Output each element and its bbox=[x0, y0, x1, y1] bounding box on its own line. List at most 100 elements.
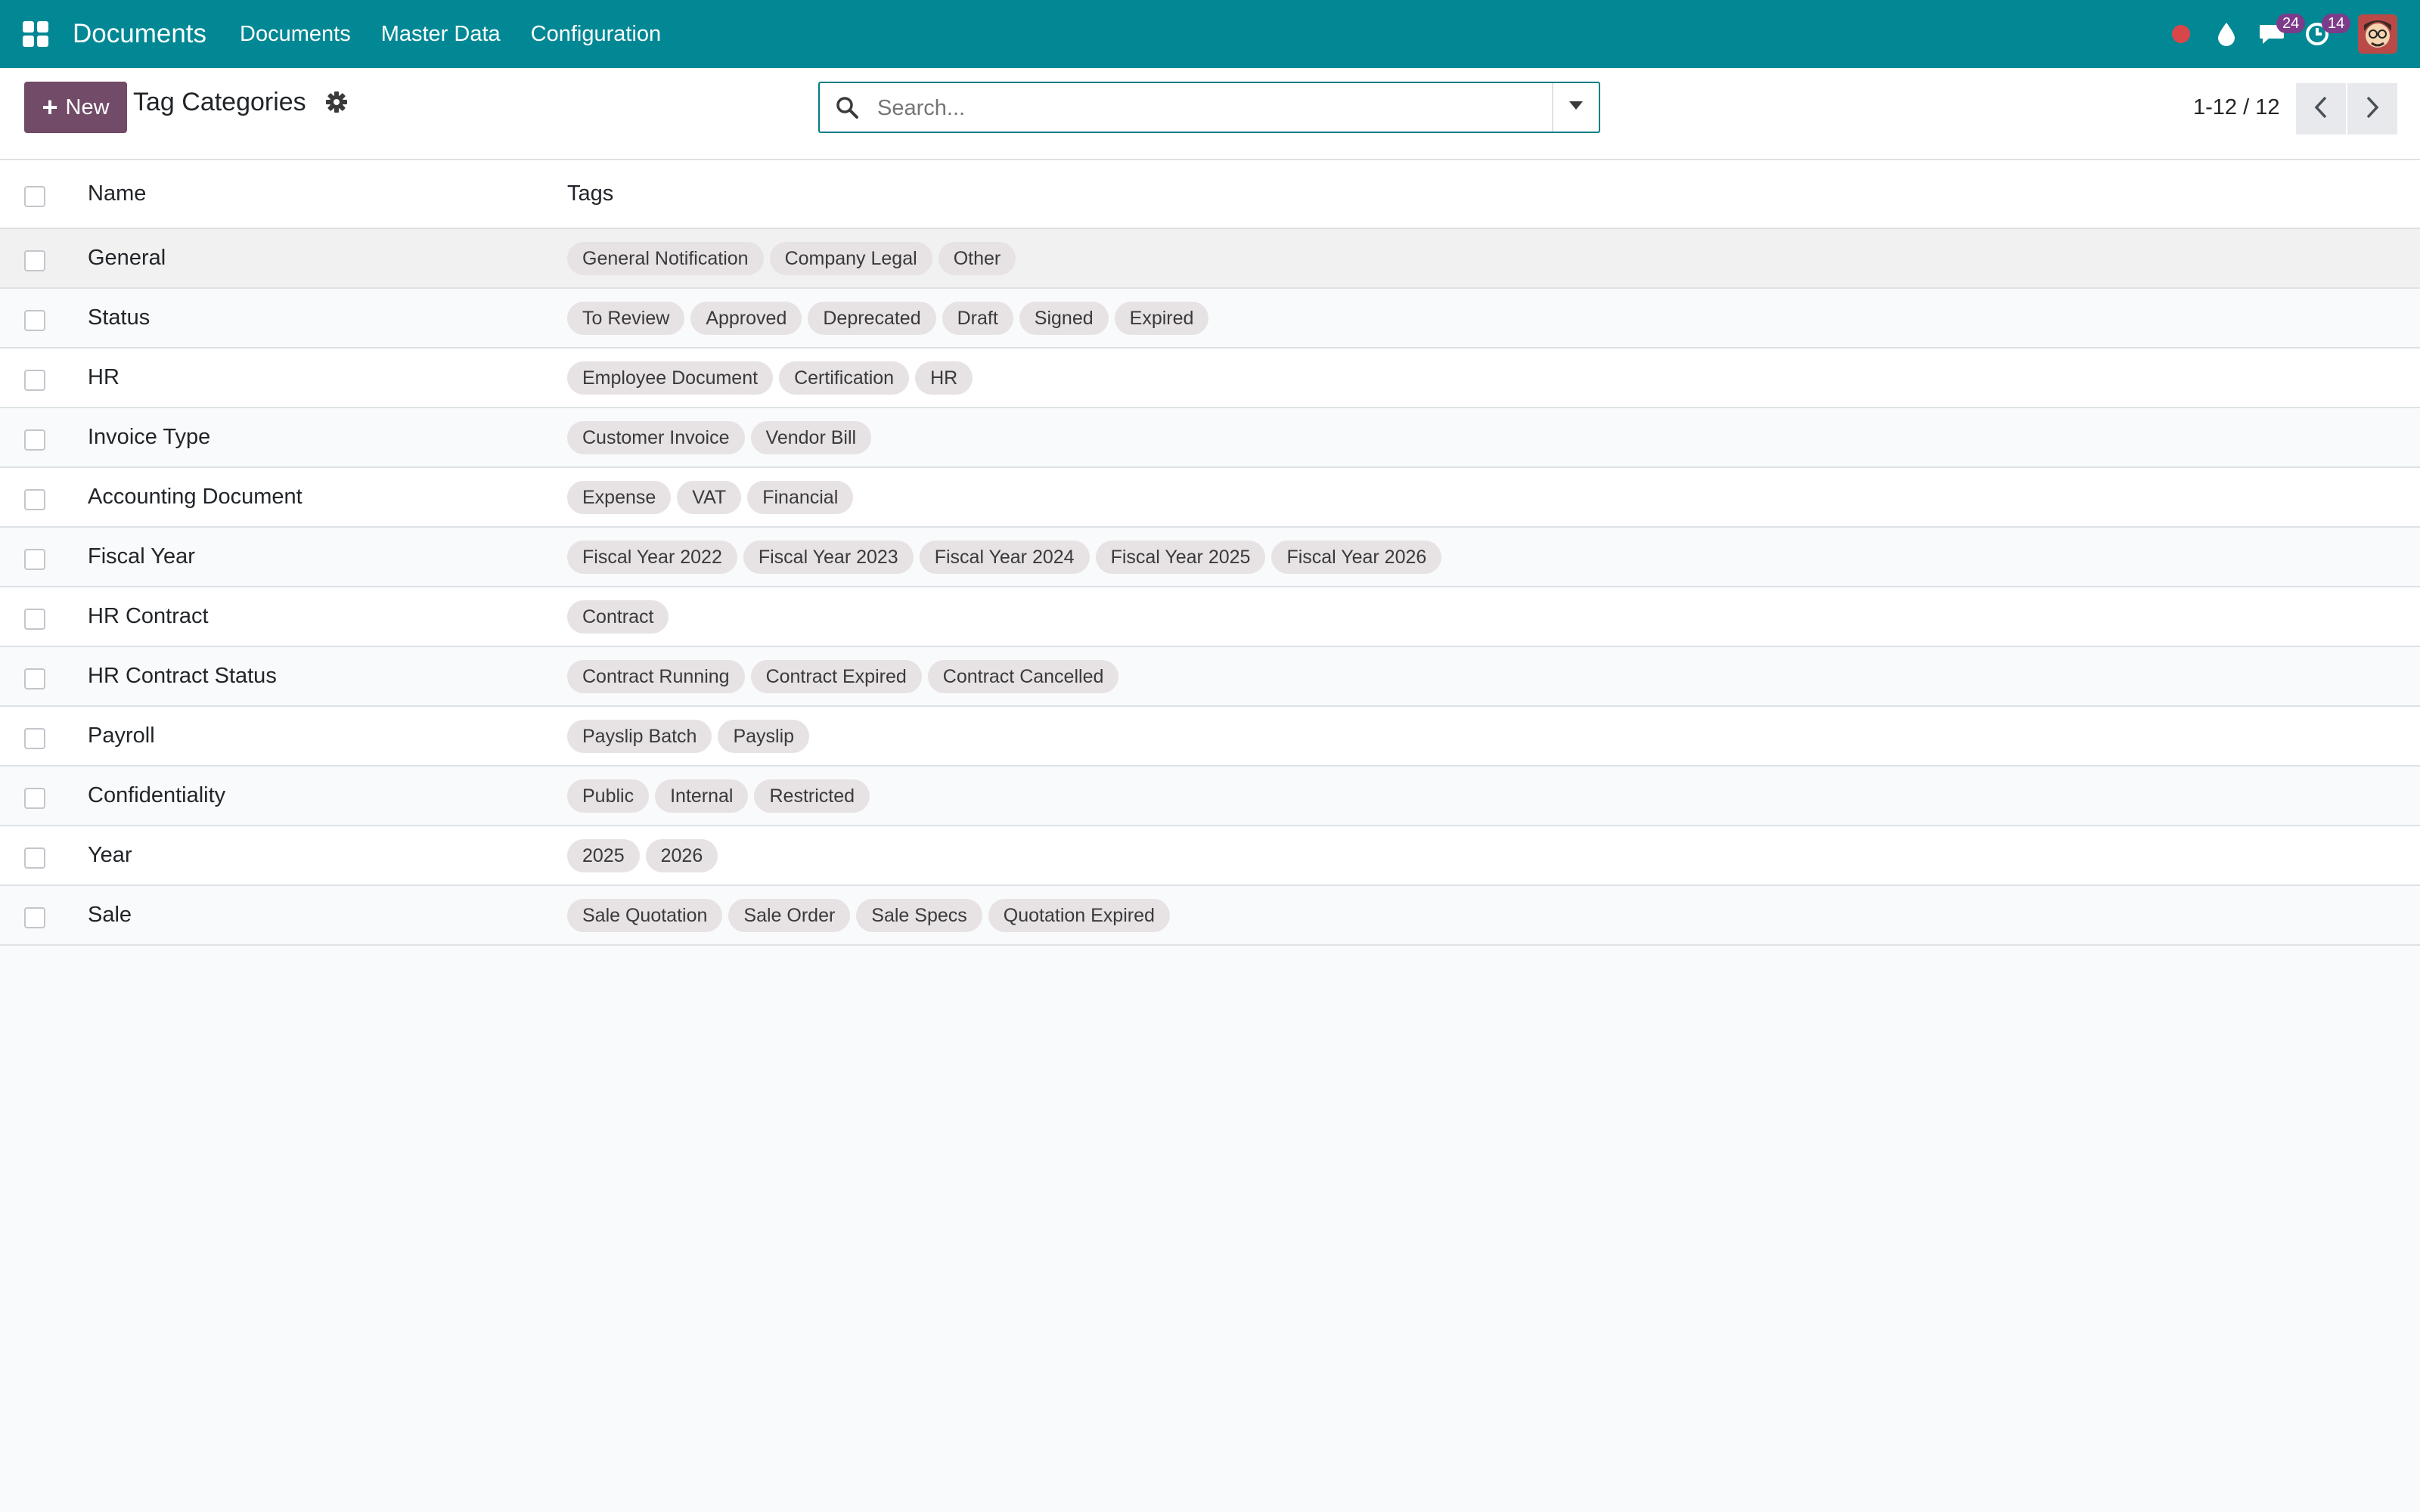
row-tags-cell[interactable]: Public Internal Restricted bbox=[567, 766, 2420, 826]
row-tags-cell[interactable]: Customer Invoice Vendor Bill bbox=[567, 407, 2420, 467]
gear-icon[interactable] bbox=[325, 91, 348, 117]
row-tags-cell[interactable]: Expense VAT Financial bbox=[567, 467, 2420, 527]
table-row[interactable]: Confidentiality Public Internal Restricted bbox=[0, 766, 2420, 826]
row-select-checkbox[interactable] bbox=[24, 249, 45, 271]
search-bar bbox=[818, 82, 1600, 133]
menu-documents[interactable]: Documents bbox=[225, 22, 366, 47]
tag-badge: Contract Running bbox=[567, 659, 745, 693]
table-row[interactable]: HR Employee Document Certification HR bbox=[0, 348, 2420, 407]
row-select-checkbox[interactable] bbox=[24, 847, 45, 869]
tag-badge: 2025 bbox=[567, 838, 640, 872]
row-select-checkbox[interactable] bbox=[24, 548, 45, 570]
tag-list: Customer Invoice Vendor Bill bbox=[567, 420, 2420, 454]
search-options-toggle[interactable] bbox=[1552, 83, 1599, 132]
row-name-cell[interactable]: HR bbox=[88, 348, 567, 407]
row-tags-cell[interactable]: To Review Approved Deprecated Draft Signed Ex… bbox=[567, 288, 2420, 348]
chat-bubble-icon[interactable]: 24 bbox=[2249, 0, 2306, 68]
record-dot-icon[interactable] bbox=[2158, 0, 2204, 68]
tag-list: To Review Approved Deprecated Draft Signed Ex… bbox=[567, 301, 2420, 335]
tag-badge: Fiscal Year 2023 bbox=[743, 540, 914, 574]
table-row[interactable]: Fiscal Year Fiscal Year 2022 Fiscal Year 2… bbox=[0, 527, 2420, 587]
pager-previous-button[interactable] bbox=[2296, 83, 2346, 135]
tag-badge: Restricted bbox=[754, 779, 870, 813]
tag-badge: HR bbox=[915, 361, 973, 395]
menu-configuration[interactable]: Configuration bbox=[516, 22, 677, 47]
apps-grid-icon[interactable] bbox=[23, 21, 48, 47]
row-select-checkbox[interactable] bbox=[24, 668, 45, 689]
tag-badge: Sale Order bbox=[728, 898, 851, 932]
table-row[interactable]: Payroll Payslip Batch Payslip bbox=[0, 706, 2420, 766]
table-row[interactable]: HR Contract Contract bbox=[0, 587, 2420, 646]
tag-badge: Contract Cancelled bbox=[927, 659, 1119, 693]
tag-categories-table: Name Tags General General Notification Com… bbox=[0, 160, 2420, 946]
row-tags-cell[interactable]: Employee Document Certification HR bbox=[567, 348, 2420, 407]
tag-badge: Fiscal Year 2025 bbox=[1095, 540, 1266, 574]
row-name-cell[interactable]: Sale bbox=[88, 885, 567, 945]
row-name-cell[interactable]: Invoice Type bbox=[88, 407, 567, 467]
table-row[interactable]: Invoice Type Customer Invoice Vendor Bill bbox=[0, 407, 2420, 467]
row-select-checkbox[interactable] bbox=[24, 906, 45, 928]
tag-list: General Notification Company Legal Other bbox=[567, 241, 2420, 275]
row-name-cell[interactable]: Accounting Document bbox=[88, 467, 567, 527]
row-tags-cell[interactable]: 2025 2026 bbox=[567, 826, 2420, 885]
row-select-checkbox[interactable] bbox=[24, 727, 45, 749]
tag-list: Contract bbox=[567, 600, 2420, 634]
search-input[interactable] bbox=[876, 91, 1529, 125]
tag-list: Payslip Batch Payslip bbox=[567, 719, 2420, 753]
tag-badge: 2026 bbox=[645, 838, 718, 872]
row-name-cell[interactable]: Confidentiality bbox=[88, 766, 567, 826]
row-tags-cell[interactable]: Contract Running Contract Expired Contract… bbox=[567, 646, 2420, 706]
row-select-checkbox[interactable] bbox=[24, 309, 45, 331]
column-header-name[interactable]: Name bbox=[88, 160, 567, 228]
row-select-checkbox[interactable] bbox=[24, 488, 45, 510]
table-row[interactable]: Status To Review Approved Deprecated Draft Si… bbox=[0, 288, 2420, 348]
tag-badge: Contract bbox=[567, 600, 669, 634]
row-tags-cell[interactable]: Payslip Batch Payslip bbox=[567, 706, 2420, 766]
clock-icon[interactable]: 14 bbox=[2294, 0, 2351, 68]
new-button[interactable]: + New bbox=[24, 82, 127, 133]
table-row[interactable]: Year 2025 2026 bbox=[0, 826, 2420, 885]
tag-badge: Approved bbox=[690, 301, 802, 335]
water-drop-icon[interactable] bbox=[2204, 0, 2249, 68]
tag-badge: Draft bbox=[942, 301, 1013, 335]
table-header-row: Name Tags bbox=[0, 160, 2420, 228]
user-avatar[interactable] bbox=[2358, 14, 2397, 54]
select-all-checkbox[interactable] bbox=[24, 185, 45, 207]
app-brand[interactable]: Documents bbox=[73, 19, 206, 49]
pager-value[interactable]: 1-12 / 12 bbox=[2193, 95, 2279, 120]
row-tags-cell[interactable]: General Notification Company Legal Other bbox=[567, 228, 2420, 288]
tag-badge: Deprecated bbox=[808, 301, 936, 335]
row-tags-cell[interactable]: Contract bbox=[567, 587, 2420, 646]
tag-badge: To Review bbox=[567, 301, 685, 335]
row-name-cell[interactable]: General bbox=[88, 228, 567, 288]
row-name-cell[interactable]: Status bbox=[88, 288, 567, 348]
column-header-tags[interactable]: Tags bbox=[567, 160, 2420, 228]
tag-list: Employee Document Certification HR bbox=[567, 361, 2420, 395]
tag-badge: Company Legal bbox=[769, 241, 932, 275]
row-name-cell[interactable]: HR Contract bbox=[88, 587, 567, 646]
table-body: General General Notification Company Legal… bbox=[0, 228, 2420, 945]
row-tags-cell[interactable]: Sale Quotation Sale Order Sale Specs Quotat… bbox=[567, 885, 2420, 945]
tag-badge: Financial bbox=[747, 480, 854, 514]
table-row[interactable]: Sale Sale Quotation Sale Order Sale Specs Qu… bbox=[0, 885, 2420, 945]
search-icon bbox=[835, 95, 859, 123]
pager-next-button[interactable] bbox=[2347, 83, 2397, 135]
row-name-cell[interactable]: Payroll bbox=[88, 706, 567, 766]
menu-master-data[interactable]: Master Data bbox=[366, 22, 516, 47]
row-select-checkbox[interactable] bbox=[24, 369, 45, 391]
row-select-checkbox[interactable] bbox=[24, 429, 45, 451]
tag-list: Contract Running Contract Expired Contract… bbox=[567, 659, 2420, 693]
row-name-cell[interactable]: HR Contract Status bbox=[88, 646, 567, 706]
tag-list: Fiscal Year 2022 Fiscal Year 2023 Fiscal Y… bbox=[567, 540, 2420, 574]
row-name-cell[interactable]: Fiscal Year bbox=[88, 527, 567, 587]
tag-list: Public Internal Restricted bbox=[567, 779, 2420, 813]
row-tags-cell[interactable]: Fiscal Year 2022 Fiscal Year 2023 Fiscal Y… bbox=[567, 527, 2420, 587]
table-row[interactable]: General General Notification Company Legal… bbox=[0, 228, 2420, 288]
table-row[interactable]: Accounting Document Expense VAT Financial bbox=[0, 467, 2420, 527]
row-select-checkbox[interactable] bbox=[24, 787, 45, 809]
chevron-left-icon bbox=[2313, 95, 2328, 123]
row-select-checkbox[interactable] bbox=[24, 608, 45, 630]
row-name-cell[interactable]: Year bbox=[88, 826, 567, 885]
tag-badge: General Notification bbox=[567, 241, 764, 275]
table-row[interactable]: HR Contract Status Contract Running Contra… bbox=[0, 646, 2420, 706]
